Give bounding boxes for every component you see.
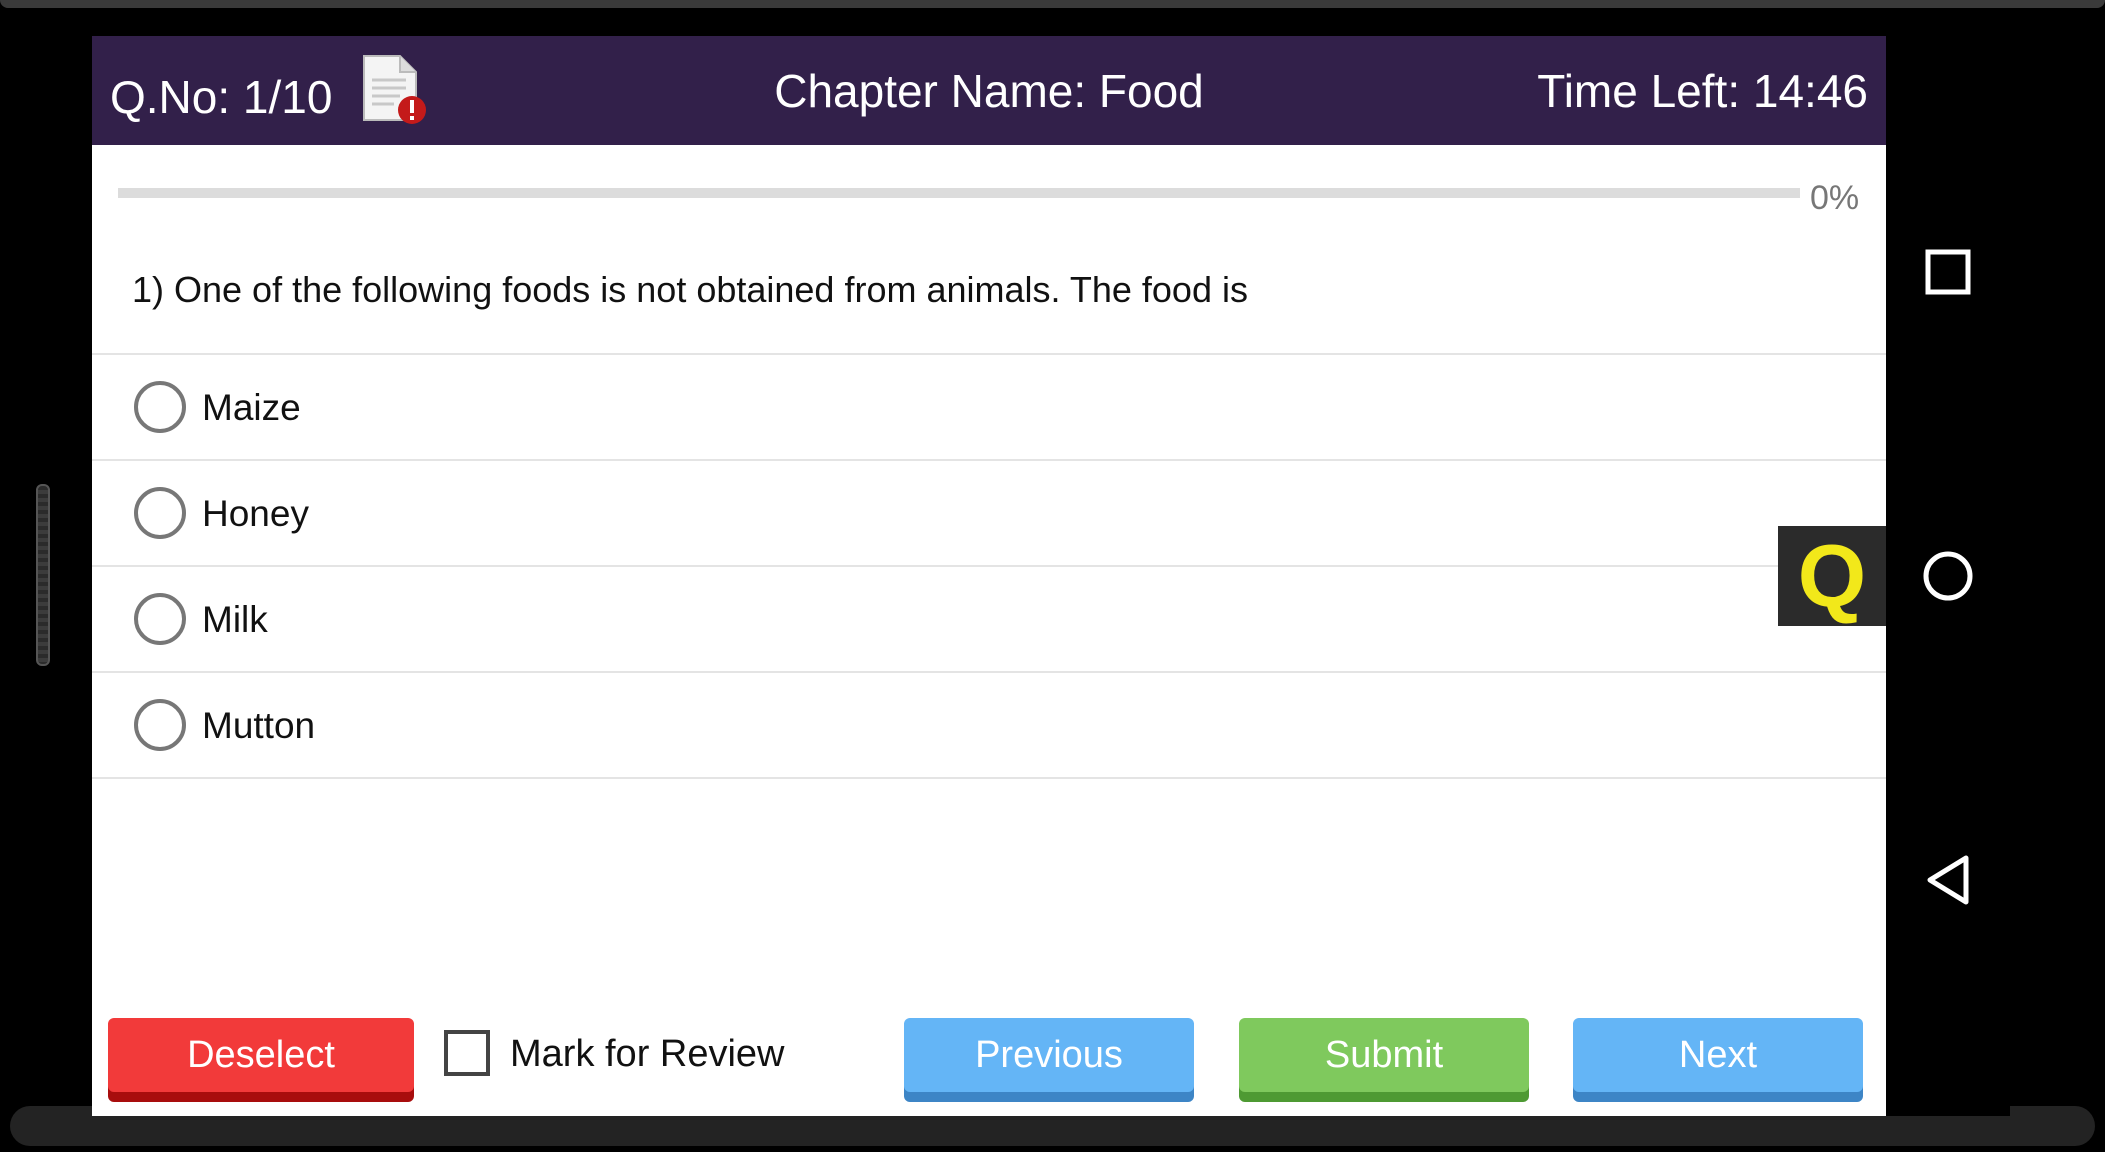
review-checkbox[interactable] [444,1030,490,1076]
quiz-screen: Q.No: 1/10 Chapter Name: Food Time Left:… [92,36,1886,1116]
system-navigation-bar [1886,36,2010,1116]
option-honey[interactable]: Honey [92,461,1886,567]
review-label: Mark for Review [510,1033,785,1075]
option-label: Mutton [202,705,316,746]
option-label: Honey [202,493,309,534]
previous-button[interactable]: Previous [904,1018,1194,1092]
header-bar: Q.No: 1/10 Chapter Name: Food Time Left:… [92,36,1886,145]
radio-button[interactable] [134,381,186,433]
recents-square-icon[interactable] [1886,222,2010,322]
options-list: Maize Honey Milk Mutton [92,353,1886,779]
back-triangle-icon[interactable] [1886,830,2010,930]
radio-button[interactable] [134,699,186,751]
radio-button[interactable] [134,487,186,539]
deselect-button[interactable]: Deselect [108,1018,414,1092]
progress-bar [118,188,1800,198]
option-maize[interactable]: Maize [92,355,1886,461]
next-button[interactable]: Next [1573,1018,1863,1092]
radio-button[interactable] [134,593,186,645]
option-milk[interactable]: Milk [92,567,1886,673]
home-circle-icon[interactable] [1886,526,2010,626]
option-label: Maize [202,387,301,428]
option-label: Milk [202,599,268,640]
progress-percent: 0% [1810,179,1860,217]
question-palette-button[interactable]: Q [1778,526,1886,626]
q-letter: Q [1797,526,1867,625]
device-side-button [36,484,50,666]
submit-button[interactable]: Submit [1239,1018,1529,1092]
time-left: Time Left: 14:46 [1537,65,1868,117]
option-mutton[interactable]: Mutton [92,673,1886,779]
question-text: 1) One of the following foods is not obt… [132,269,1248,310]
device-frame-top [0,0,2105,8]
